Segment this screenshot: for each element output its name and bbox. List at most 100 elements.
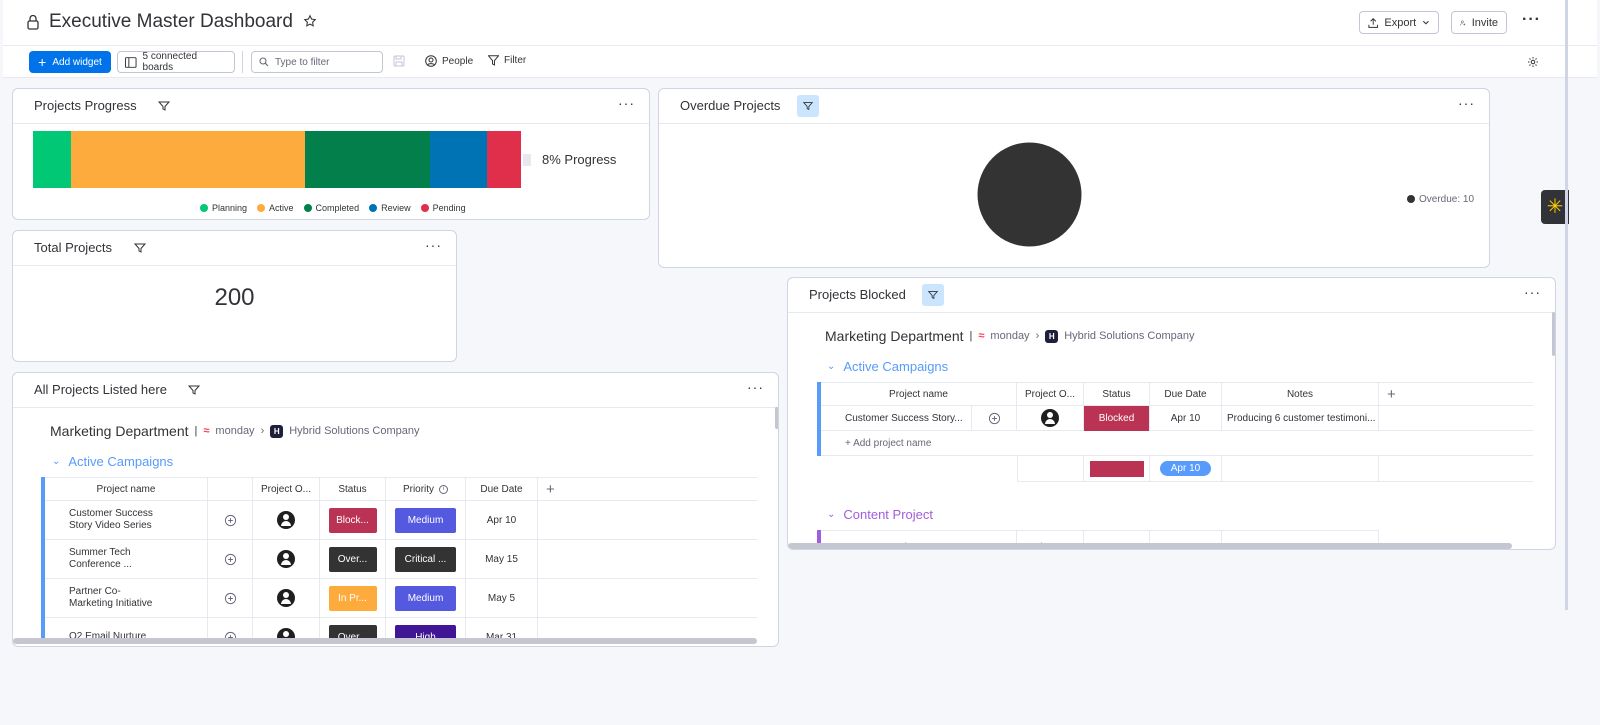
item-updates-cell[interactable]	[208, 540, 253, 579]
workspace-name[interactable]: monday	[215, 425, 254, 437]
column-header-status[interactable]: Status	[320, 477, 386, 501]
page-scrollbar[interactable]	[1565, 0, 1568, 610]
owner-cell[interactable]	[253, 501, 320, 540]
status-cell[interactable]: Over...	[320, 540, 386, 579]
item-updates-cell[interactable]	[208, 618, 253, 639]
group-header-active-campaigns[interactable]: ⌄ Active Campaigns	[52, 454, 173, 469]
status-cell[interactable]: Over...	[320, 618, 386, 639]
owner-cell[interactable]	[253, 618, 320, 639]
column-header-project-name[interactable]: Project name	[45, 477, 208, 501]
progress-segment-planning[interactable]	[33, 131, 72, 188]
summary-status-cell[interactable]	[1084, 456, 1150, 482]
filter-icon[interactable]	[187, 383, 201, 397]
priority-cell[interactable]: High	[386, 618, 466, 639]
horizontal-scrollbar[interactable]	[13, 638, 757, 644]
people-filter-button[interactable]: People	[425, 55, 473, 67]
due-date-cell[interactable]: Mar 31	[466, 618, 538, 639]
notes-cell[interactable]: Producing 6 customer testimoni...	[1222, 406, 1379, 431]
filter-search-input[interactable]: Type to filter	[251, 51, 383, 73]
status-label: Over...	[328, 624, 377, 639]
table-row-name-cell[interactable]: Summer Tech Conference ...	[45, 540, 208, 579]
summary-owner-cell	[1017, 456, 1084, 482]
info-icon[interactable]: i	[439, 484, 449, 494]
due-date-cell[interactable]: Apr 10	[466, 501, 538, 540]
group-header-content-project[interactable]: ⌄ Content Project	[827, 507, 933, 522]
progress-segment-active[interactable]	[71, 131, 305, 188]
company-logo-icon: H	[1045, 329, 1059, 343]
more-options-button[interactable]: ···	[1522, 11, 1541, 29]
people-label: People	[442, 55, 474, 67]
filter-label: Filter	[504, 55, 527, 66]
priority-cell[interactable]: Critical ...	[386, 540, 466, 579]
column-header-project-owner[interactable]: Project O...	[1017, 382, 1084, 406]
table-row-name-cell[interactable]: Q2 Email Nurture	[45, 618, 208, 639]
filter-icon[interactable]	[133, 241, 147, 255]
invite-button[interactable]: Invite	[1451, 11, 1507, 34]
column-header-spacer	[208, 477, 253, 501]
department-name[interactable]: Marketing Department	[825, 328, 964, 344]
progress-bar[interactable]	[33, 131, 521, 188]
company-name[interactable]: Hybrid Solutions Company	[289, 425, 419, 437]
summary-due-cell[interactable]: Apr 10	[1150, 456, 1222, 482]
add-column-button[interactable]: +	[1379, 382, 1533, 406]
group-title: Content Project	[843, 507, 933, 522]
progress-segment-pending[interactable]	[487, 131, 521, 188]
table-row-name-cell[interactable]: Customer Success Story Video Series	[45, 501, 208, 540]
horizontal-scrollbar[interactable]	[788, 543, 1512, 549]
progress-segment-completed[interactable]	[304, 131, 431, 188]
column-header-status[interactable]: Status	[1084, 382, 1150, 406]
settings-gear-icon[interactable]	[1527, 56, 1539, 68]
due-date-cell[interactable]: May 15	[466, 540, 538, 579]
star-icon[interactable]	[303, 14, 317, 28]
widget-title: All Projects Listed here	[34, 382, 167, 397]
due-date-cell[interactable]: Apr 10	[1150, 406, 1222, 431]
due-date-cell[interactable]: May 5	[466, 579, 538, 618]
status-cell[interactable]: Blocked	[1084, 405, 1150, 431]
column-header-notes[interactable]: Notes	[1222, 382, 1379, 406]
widget-menu-button[interactable]: ···	[747, 379, 764, 395]
filter-button[interactable]: Filter	[488, 55, 526, 66]
export-button[interactable]: Export	[1359, 11, 1439, 34]
priority-cell[interactable]: Medium	[386, 501, 466, 540]
item-updates-cell[interactable]	[208, 579, 253, 618]
widget-menu-button[interactable]: ···	[425, 237, 442, 253]
item-updates-cell[interactable]	[208, 501, 253, 540]
add-column-button[interactable]: +	[538, 477, 757, 501]
vertical-scrollbar[interactable]	[1552, 312, 1555, 356]
status-cell[interactable]: Block...	[320, 501, 386, 540]
workspace-name[interactable]: monday	[990, 330, 1029, 342]
column-header-project-name[interactable]: Project name	[821, 382, 1017, 406]
vertical-scrollbar[interactable]	[775, 407, 778, 429]
column-header-priority[interactable]: Priority i	[386, 477, 466, 501]
owner-cell[interactable]	[1017, 406, 1084, 431]
widget-menu-button[interactable]: ···	[1524, 284, 1541, 300]
empty-cell	[538, 540, 757, 579]
column-header-project-owner[interactable]: Project O...	[253, 477, 320, 501]
item-updates-cell[interactable]	[971, 406, 1017, 431]
item-name-cell[interactable]: Customer Success Story...	[821, 406, 971, 431]
column-header-due-date[interactable]: Due Date	[466, 477, 538, 501]
group-header-active-campaigns[interactable]: ⌄ Active Campaigns	[827, 359, 948, 374]
add-widget-button[interactable]: + Add widget	[29, 51, 111, 73]
status-cell[interactable]: In Pr...	[320, 579, 386, 618]
priority-cell[interactable]: Medium	[386, 579, 466, 618]
filter-active-button[interactable]	[797, 95, 819, 117]
filter-active-button[interactable]	[922, 284, 944, 306]
save-view-icon[interactable]	[393, 55, 405, 67]
column-header-due-date[interactable]: Due Date	[1150, 382, 1222, 406]
owner-cell[interactable]	[253, 579, 320, 618]
company-name[interactable]: Hybrid Solutions Company	[1064, 330, 1194, 342]
widget-menu-button[interactable]: ···	[1458, 95, 1475, 111]
item-name-line2: Marketing Initiative	[69, 598, 153, 609]
add-update-icon	[988, 412, 1000, 424]
connected-boards-button[interactable]: 5 connected boards	[117, 51, 235, 73]
owner-cell[interactable]	[253, 540, 320, 579]
overdue-pie-chart[interactable]	[977, 142, 1082, 247]
widget-menu-button[interactable]: ···	[618, 95, 635, 111]
department-name[interactable]: Marketing Department	[50, 423, 189, 439]
table-row-name-cell[interactable]: Partner Co- Marketing Initiative	[45, 579, 208, 618]
pie-slice-overdue[interactable]	[977, 142, 1082, 247]
progress-segment-review[interactable]	[430, 131, 488, 188]
add-item-row[interactable]: + Add project name	[821, 431, 1533, 456]
filter-icon[interactable]	[157, 99, 171, 113]
